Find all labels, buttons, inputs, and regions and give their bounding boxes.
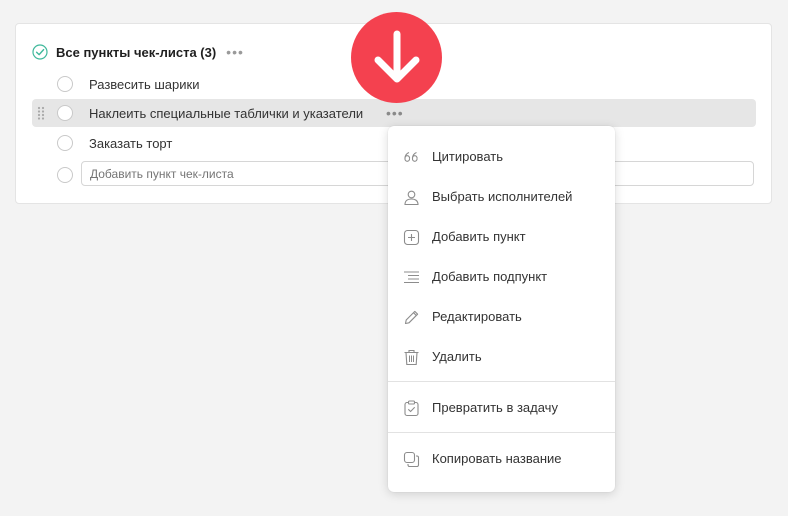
menu-item-add-item[interactable]: Добавить пункт xyxy=(388,220,615,254)
indent-list-icon xyxy=(403,269,420,286)
item-label: Заказать торт xyxy=(89,136,173,151)
menu-item-quote[interactable]: Цитировать xyxy=(388,140,615,174)
context-menu: Цитировать Выбрать исполнителей Добавить… xyxy=(388,126,615,492)
item-more-button[interactable]: ••• xyxy=(386,105,404,121)
menu-item-convert-to-task[interactable]: Превратить в задачу xyxy=(388,391,615,425)
item-checkbox[interactable] xyxy=(57,135,73,151)
item-checkbox[interactable] xyxy=(57,105,73,121)
user-icon xyxy=(403,189,420,206)
new-item-checkbox xyxy=(57,167,73,183)
menu-item-delete[interactable]: Удалить xyxy=(388,340,615,374)
checklist-more-button[interactable]: ••• xyxy=(226,45,244,59)
checklist-title: Все пункты чек-листа (3) xyxy=(56,44,217,60)
menu-item-label: Добавить подпункт xyxy=(432,269,548,284)
checklist-item[interactable]: Наклеить специальные таблички и указател… xyxy=(32,99,756,127)
item-checkbox[interactable] xyxy=(57,76,73,92)
menu-item-assignees[interactable]: Выбрать исполнителей xyxy=(388,180,615,214)
quote-icon xyxy=(403,149,420,166)
add-square-icon xyxy=(403,229,420,246)
menu-item-label: Цитировать xyxy=(432,149,503,164)
menu-item-label: Копировать название xyxy=(432,451,562,466)
copy-icon xyxy=(403,451,420,468)
drag-handle-icon[interactable] xyxy=(37,106,45,120)
trash-icon xyxy=(403,349,420,366)
menu-divider xyxy=(388,381,615,382)
menu-item-label: Добавить пункт xyxy=(432,229,526,244)
menu-item-label: Редактировать xyxy=(432,309,522,324)
menu-item-label: Выбрать исполнителей xyxy=(432,189,573,204)
item-label: Развесить шарики xyxy=(89,77,200,92)
pencil-icon xyxy=(403,309,420,326)
menu-item-edit[interactable]: Редактировать xyxy=(388,300,615,334)
checklist-header: Все пункты чек-листа (3) ••• xyxy=(32,42,244,62)
menu-item-label: Превратить в задачу xyxy=(432,400,558,415)
item-label: Наклеить специальные таблички и указател… xyxy=(89,106,364,121)
menu-item-copy-name[interactable]: Копировать название xyxy=(388,442,615,476)
menu-item-label: Удалить xyxy=(432,349,482,364)
menu-divider xyxy=(388,432,615,433)
clipboard-check-icon xyxy=(403,400,420,417)
checklist-check-icon xyxy=(32,44,48,60)
down-arrow-icon xyxy=(351,12,442,103)
menu-item-add-subitem[interactable]: Добавить подпункт xyxy=(388,260,615,294)
